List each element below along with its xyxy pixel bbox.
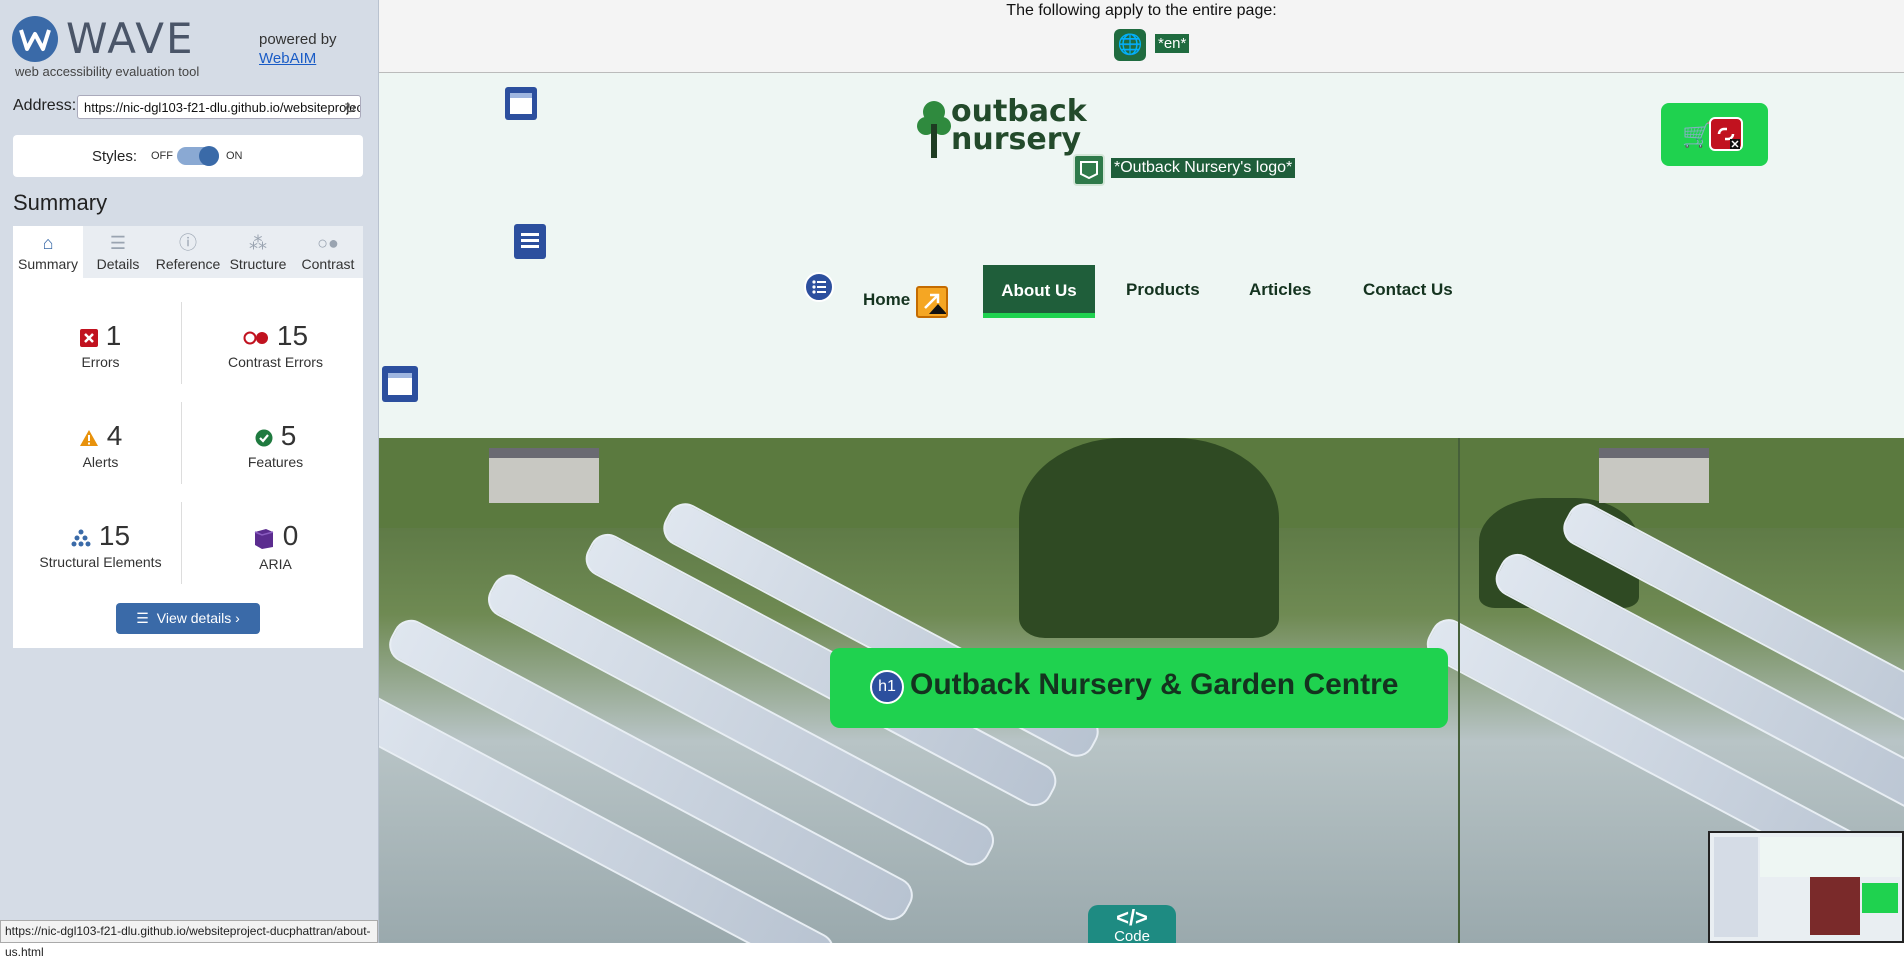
tree-icon — [917, 101, 951, 158]
tab-reference[interactable]: ⓘ Reference — [153, 226, 223, 278]
language-icon[interactable]: 🌐 — [1114, 29, 1146, 61]
stat-contrast-errors[interactable]: 15 Contrast Errors — [188, 320, 363, 370]
nav-articles[interactable]: Articles — [1249, 280, 1311, 300]
tab-contrast[interactable]: ○● Contrast — [293, 226, 363, 278]
aria-label: ARIA — [259, 556, 292, 573]
list-icon: ☰ — [109, 233, 127, 253]
sidebar-tabs: ⌂ Summary ☰ Details ⓘ Reference ⁂ Struct… — [13, 226, 363, 280]
h1-heading-icon[interactable]: h1 — [870, 670, 904, 704]
main-region-icon[interactable] — [382, 366, 418, 402]
powered-by: powered by WebAIM — [259, 30, 337, 68]
features-label: Features — [247, 454, 304, 471]
stat-alerts[interactable]: 4 Alerts — [13, 420, 188, 470]
view-details-label: View details › — [156, 610, 240, 626]
code-label: Code — [1114, 928, 1150, 944]
contrast-errors-count: 15 — [276, 320, 309, 351]
summary-panel: 1 Errors 15 Contrast Errors 4 Alerts 5 F… — [13, 278, 363, 648]
tab-label: Details — [96, 256, 140, 272]
structure-icon: ⁂ — [249, 233, 267, 253]
nav-home[interactable]: Home — [863, 290, 910, 310]
errors-label: Errors — [81, 354, 120, 371]
address-input[interactable]: https://nic-dgl103-f21-dlu.github.io/web… — [77, 95, 361, 119]
errors-count: 1 — [105, 320, 122, 351]
home-icon: ⌂ — [42, 233, 54, 253]
tab-label: Summary — [18, 256, 78, 272]
hero-image: h1 Outback Nursery & Garden Centre — [379, 438, 1904, 943]
stat-structural[interactable]: 15 Structural Elements — [13, 520, 188, 570]
outback-nursery-logo[interactable]: outback nursery — [917, 97, 1087, 160]
page-wide-annotations: The following apply to the entire page: … — [379, 0, 1904, 73]
structural-count: 15 — [98, 520, 131, 551]
structure-icon — [71, 529, 91, 552]
page-content: The following apply to the entire page: … — [379, 0, 1904, 943]
address-label: Address: — [13, 97, 77, 114]
error-icon — [79, 329, 98, 352]
alerts-label: Alerts — [82, 454, 119, 471]
styles-on-label: ON — [226, 150, 243, 162]
nav-contact-us[interactable]: Contact Us — [1363, 280, 1453, 300]
wave-logo-title: WAVE — [66, 14, 195, 63]
alert-icon — [79, 429, 99, 452]
logo-alt-text: *Outback Nursery's logo* — [1111, 158, 1296, 178]
alerts-count: 4 — [106, 420, 123, 451]
brand-line2: nursery — [951, 122, 1082, 157]
stat-aria[interactable]: 0 ARIA — [188, 520, 363, 572]
webaim-link[interactable]: WebAIM — [259, 50, 316, 67]
tab-summary[interactable]: ⌂ Summary — [13, 226, 83, 280]
list-icon: ☰ — [136, 610, 149, 626]
tab-details[interactable]: ☰ Details — [83, 226, 153, 278]
header-region-icon[interactable] — [505, 87, 537, 120]
screenshot-thumbnail[interactable] — [1708, 831, 1904, 943]
hero-heading-box: h1 Outback Nursery & Garden Centre — [830, 648, 1448, 728]
wave-logo-subtitle: web accessibility evaluation tool — [15, 64, 200, 79]
styles-label: Styles: — [92, 148, 138, 165]
contrast-error-icon — [243, 331, 269, 350]
tab-label: Contrast — [301, 256, 355, 272]
wave-sidebar: WAVE web accessibility evaluation tool p… — [0, 0, 379, 959]
toggle-knob — [199, 146, 219, 166]
info-icon: ⓘ — [179, 233, 197, 253]
brand-text: outback nursery — [951, 97, 1087, 157]
nav-about-us[interactable]: About Us — [983, 265, 1095, 318]
view-details-button[interactable]: ☰ View details › — [116, 603, 260, 634]
tab-label: Structure — [229, 256, 287, 272]
code-icon: </> — [1116, 905, 1148, 930]
cart-button[interactable]: 🛒 — [1661, 103, 1768, 166]
feature-icon — [255, 429, 273, 452]
alt-text-icon[interactable] — [1073, 154, 1105, 186]
styles-toggle[interactable] — [177, 146, 219, 166]
styles-toggle-panel: Styles: OFF ON — [13, 135, 363, 177]
tab-structure[interactable]: ⁂ Structure — [223, 226, 293, 278]
summary-heading: Summary — [13, 190, 108, 215]
structural-label: Structural Elements — [39, 554, 162, 571]
stat-errors[interactable]: 1 Errors — [13, 320, 188, 370]
nav-products[interactable]: Products — [1126, 280, 1200, 300]
styles-off-label: OFF — [151, 150, 173, 162]
contrast-icon: ○● — [317, 233, 339, 253]
language-label: *en* — [1155, 34, 1190, 53]
features-count: 5 — [280, 420, 297, 451]
code-toggle-button[interactable]: </> Code — [1088, 905, 1176, 943]
redundant-link-alert-icon[interactable] — [916, 286, 948, 318]
stat-features[interactable]: 5 Features — [188, 420, 363, 470]
navigation-region-icon[interactable] — [514, 224, 546, 259]
empty-link-error-icon[interactable] — [1709, 117, 1743, 151]
contrast-errors-label: Contrast Errors — [228, 354, 323, 370]
applies-text: The following apply to the entire page: — [1006, 2, 1277, 19]
address-value: https://nic-dgl103-f21-dlu.github.io/web… — [84, 100, 360, 115]
unordered-list-icon[interactable] — [804, 272, 834, 302]
aria-icon — [253, 527, 275, 554]
page-title: Outback Nursery & Garden Centre — [910, 668, 1399, 701]
cart-icon: 🛒 — [1682, 122, 1712, 149]
tab-label: Reference — [155, 256, 221, 272]
powered-by-text: powered by — [259, 31, 337, 48]
aria-count: 0 — [282, 520, 299, 551]
status-bar-url: https://nic-dgl103-f21-dlu.github.io/web… — [0, 920, 378, 959]
reload-icon[interactable]: ↻ — [344, 96, 356, 118]
wave-logo-icon — [12, 16, 58, 62]
